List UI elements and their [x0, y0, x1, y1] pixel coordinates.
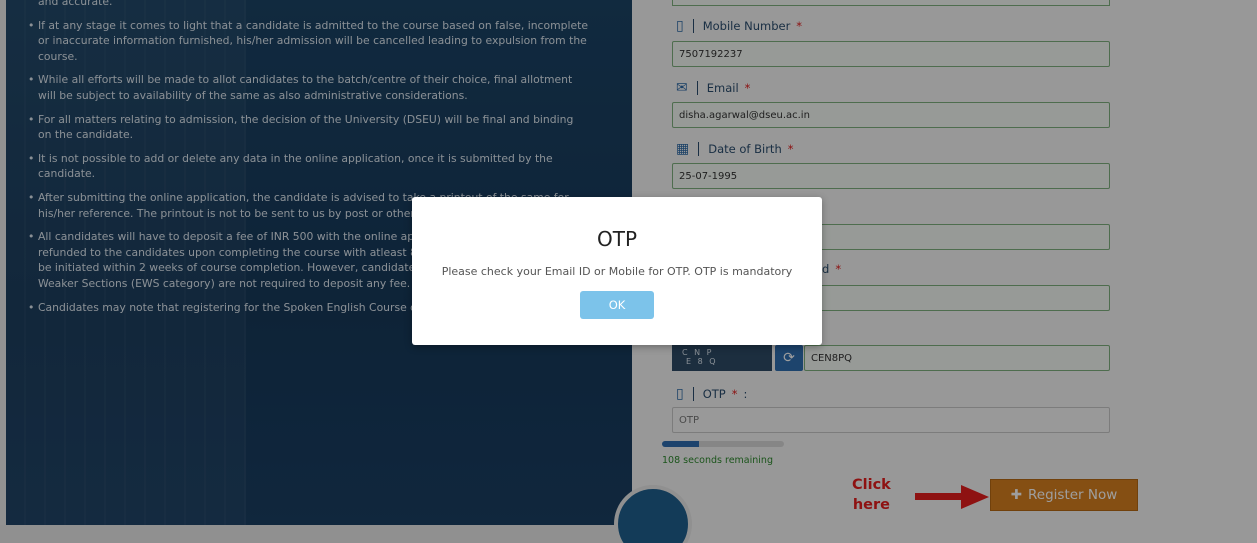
otp-dialog: OTP Please check your Email ID or Mobile…: [412, 197, 822, 345]
dialog-title: OTP: [596, 227, 638, 251]
dialog-message: Please check your Email ID or Mobile for…: [441, 265, 793, 278]
ok-button[interactable]: OK: [580, 291, 654, 319]
